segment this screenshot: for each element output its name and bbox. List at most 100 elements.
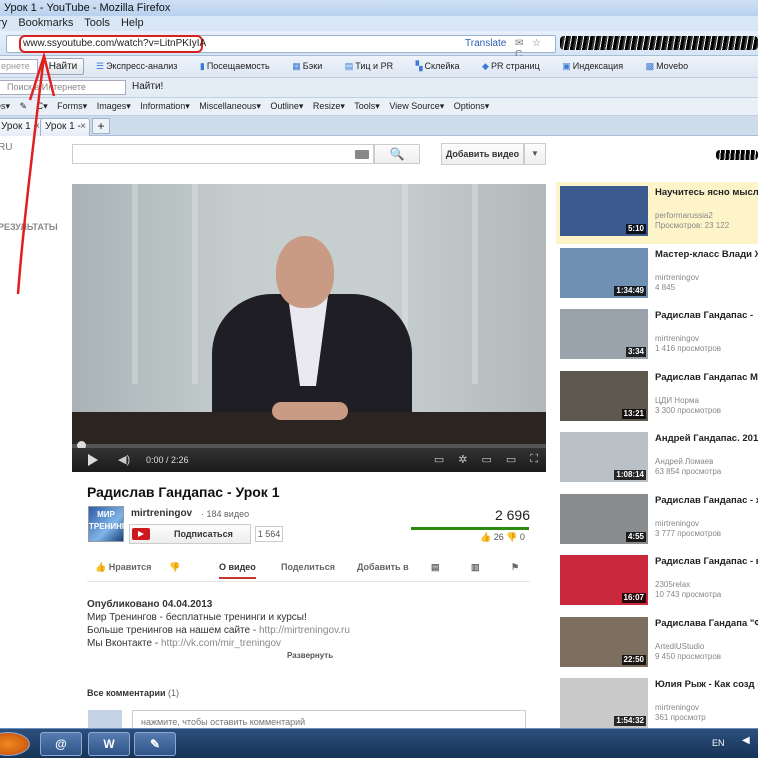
gear-icon[interactable]: ✲ [458,453,467,466]
fullscreen-icon[interactable]: ⛶ [530,453,538,466]
related-video-item[interactable]: 4:55 Радислав Гандапас - харизму mirtrenin… [556,490,758,552]
toolbar-find-button[interactable]: Найти [42,58,84,75]
toolbar-search-input[interactable]: ернете [0,59,38,74]
wd-item[interactable]: C▾ [37,101,48,111]
related-video-thumbnail[interactable]: 1:34:49 [560,247,648,298]
comment-input[interactable]: нажмите, чтобы оставить комментарий [132,710,526,728]
related-video-item[interactable]: 1:54:32 Юлия Рыж - Как созд популярный па… [556,674,758,728]
video-player[interactable]: ◀) 0:00 / 2:26 ▭ ✲ ▭ ▭ ⛶ [72,184,546,472]
keyboard-icon[interactable] [355,150,369,159]
toolbar-item-tic-pr[interactable]: ▤ Тиц и PR [345,61,403,71]
wd-view-source[interactable]: View Source▾ [389,101,444,111]
related-video-thumbnail[interactable]: 4:55 [560,493,648,544]
new-tab-button[interactable]: + [92,118,110,134]
add-video-button[interactable]: Добавить видео [441,143,524,165]
close-icon[interactable]: × [80,119,86,135]
url-bar[interactable]: www.ssyoutube.com/watch?v=LitnPKIyIA Tra… [6,35,556,60]
wd-information[interactable]: Information▾ [140,101,190,111]
tray-expand-icon[interactable]: ◀ [742,735,750,746]
translate-button[interactable]: Translate [465,38,506,49]
expand-description-button[interactable]: Развернуть [287,651,333,660]
tab-share[interactable]: Поделиться [281,562,335,572]
subscribe-button[interactable]: Подписаться [129,524,251,544]
channel-name[interactable]: mirtreningov [131,508,192,519]
wd-options[interactable]: Options▾ [454,101,490,111]
toolbar-item-express[interactable]: ☰ Экспресс-анализ [96,61,187,71]
stats-icon[interactable]: ▥ [471,562,480,573]
wd-miscellaneous[interactable]: Miscellaneous▾ [199,101,261,111]
related-video-title[interactable]: Радислав Гандапас - [655,310,758,321]
video-duration: 3:34 [625,347,646,357]
menu-bookmarks[interactable]: Bookmarks [18,17,73,29]
menu-tools[interactable]: Tools [84,17,110,29]
toolbar-item-glue[interactable]: ▚ Склейка [416,61,470,71]
word-app-icon[interactable]: W [88,732,130,756]
related-video-title[interactable]: Андрей Гандапас. 2011 [655,433,758,444]
related-video-title[interactable]: Радислав Гандапас М мотивации [655,372,758,383]
wd-forms[interactable]: Forms▾ [57,101,87,111]
related-video-item[interactable]: 3:34 Радислав Гандапас - mirtreningov 1 416… [556,305,758,367]
related-video-title[interactable]: Научитесь ясно мысл [655,187,758,198]
related-video-item[interactable]: 13:21 Радислав Гандапас М мотивации ЦДИ Но… [556,367,758,429]
internet-search-input[interactable]: Поиск в Интернете [0,80,126,95]
captions-icon[interactable]: ▭ [434,453,444,466]
tab-add-to[interactable]: Добавить в [357,562,409,572]
related-video-title[interactable]: Радислав Гандапас - внутри [655,556,758,567]
youtube-search-input[interactable] [72,144,374,164]
related-video-title[interactable]: Юлия Рыж - Как созд популярный паблик [655,679,758,690]
results-label: РЕЗУЛЬТАТЫ [0,222,58,232]
seo-toolbar-items: ☰ Экспресс-анализ ▮ Посещаемость ▦ Бэки ▤ Ти… [96,61,708,72]
toolbar-item-indexing[interactable]: ▣ Индексация [562,61,633,71]
search-icon[interactable]: 🔍 [374,144,420,164]
related-video-thumbnail[interactable]: 22:50 [560,616,648,667]
like-button[interactable]: 👍 Нравится [95,562,151,573]
menu-help[interactable]: Help [121,17,144,29]
volume-icon[interactable]: ◀) [118,454,130,466]
chevron-down-icon[interactable]: ▼ [524,143,546,165]
related-video-thumbnail[interactable]: 16:07 [560,555,648,605]
wd-resize[interactable]: Resize▾ [313,101,345,111]
related-video-item[interactable]: 5:10 Научитесь ясно мысл performarussia2 Пр… [556,182,758,244]
tab-urok-1-b[interactable]: Урок 1 - YouTu... × [40,118,90,148]
tab-urok-1-a[interactable]: Урок 1 - YouTu... × [0,118,44,148]
related-video-title[interactable]: Радислав Гандапас - харизму [655,495,758,506]
wd-images[interactable]: Images▾ [97,101,131,111]
channel-avatar[interactable]: МИР ТРЕНИНГОВ [88,506,138,542]
small-player-icon[interactable]: ▭ [481,453,491,466]
transcript-icon[interactable]: ▤ [431,562,440,573]
related-video-item[interactable]: 1:34:49 Мастер-класс Влади Жириновский mir… [556,244,758,306]
toolbar-item-pr-pages[interactable]: ◆ PR страниц [482,61,550,71]
vk-link[interactable]: http://vk.com/mir_treningov [161,638,281,649]
toolbar-item-movebo[interactable]: ▩ Movebo [646,61,699,71]
toolbar-item-traffic[interactable]: ▮ Посещаемость [200,61,280,71]
menu-history[interactable]: ory [0,17,7,29]
related-video-thumbnail[interactable]: 5:10 [560,186,648,236]
related-video-thumbnail[interactable]: 13:21 [560,370,648,421]
pencil-icon[interactable]: ✎ [20,101,28,111]
dislike-button[interactable]: 👎 [169,562,180,573]
related-video-thumbnail[interactable]: 1:08:14 [560,432,648,482]
paint-app-icon[interactable]: ✎ [134,732,176,756]
related-video-title[interactable]: Мастер-класс Влади Жириновский [655,249,758,260]
related-video-thumbnail[interactable]: 3:34 [560,309,648,359]
internet-search-button[interactable]: Найти! [132,81,163,92]
related-video-thumbnail[interactable]: 1:54:32 [560,678,648,728]
related-video-item[interactable]: 16:07 Радислав Гандапас - внутри 2305relax… [556,551,758,613]
language-indicator[interactable]: EN [712,738,725,748]
large-player-icon[interactable]: ▭ [506,453,516,466]
wd-tools[interactable]: Tools▾ [354,101,380,111]
wd-item[interactable]: es▾ [0,101,10,111]
related-video-item[interactable]: 22:50 Радислава Гандапа "Формирование ком… [556,613,758,675]
play-icon[interactable] [88,454,98,466]
site-link[interactable]: http://mirtreningov.ru [259,625,350,636]
related-video-title[interactable]: Радислава Гандапа "Формирование кома [655,618,758,629]
url-text[interactable]: www.ssyoutube.com/watch?v=LitnPKIyIA [23,38,206,49]
firefox-icon[interactable] [0,732,30,756]
tab-about[interactable]: О видео [219,562,256,579]
wd-outline[interactable]: Outline▾ [270,101,303,111]
flag-icon[interactable]: ⚑ [511,562,519,573]
email-app-icon[interactable]: @ [40,732,82,756]
related-video-item[interactable]: 1:08:14 Андрей Гандапас. 2011 Андрей Ломае… [556,428,758,490]
video-frame[interactable] [72,184,546,444]
toolbar-item-backlinks[interactable]: ▦ Бэки [292,61,332,71]
